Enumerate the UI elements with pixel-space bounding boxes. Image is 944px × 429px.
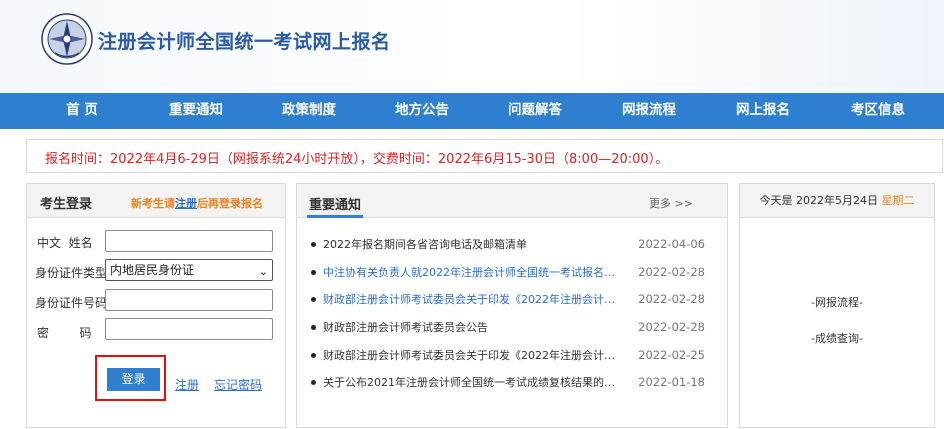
news-title-underline: [307, 215, 363, 218]
register-hint: 新考生请注册后再登录报名: [131, 195, 263, 211]
news-title-link[interactable]: 2022年报名期间各省咨询电话及邮箱清单: [323, 236, 623, 253]
news-row[interactable]: 财政部注册会计师考试委员会关于印发《2022年注册会计师全国统一考试报名简章》的…: [309, 291, 719, 309]
news-date: 2022-02-28: [638, 265, 705, 279]
login-panel-header: 考生登录 新考生请注册后再登录报名: [27, 184, 285, 218]
news-panel-header: 重要通知 更多 >>: [297, 184, 727, 218]
news-row[interactable]: 关于公布2021年注册会计师全国统一考试成绩复核结果的公告 2022-01-18: [309, 374, 719, 392]
main-nav: 首 页 重要通知 政策制度 地方公告 问题解答 网报流程 网上报名 考区信息: [0, 93, 944, 129]
nav-item-exam-area-info[interactable]: 考区信息: [851, 93, 905, 129]
today-date-header: 今天是 2022年5月24日 星期二: [740, 184, 934, 218]
news-title-link[interactable]: 财政部注册会计师考试委员会关于印发《2022年注册会计师全国统一考试大纲》的通知: [323, 347, 623, 364]
nav-item-online-registration[interactable]: 网上报名: [736, 93, 790, 129]
password-input[interactable]: [105, 318, 273, 340]
news-date: 2022-02-28: [638, 320, 705, 334]
chevron-down-icon: ⌄: [258, 265, 268, 278]
id-number-label: 身份证件号码: [35, 296, 108, 310]
site-header: 注册会计师全国统一考试网上报名: [0, 0, 944, 93]
news-date: 2022-01-18: [638, 375, 705, 389]
name-input[interactable]: [105, 230, 273, 252]
side-info-panel: 今天是 2022年5月24日 星期二 -网报流程- -成绩查询-: [739, 183, 935, 428]
news-row[interactable]: 财政部注册会计师考试委员会公告 2022-02-28: [309, 319, 719, 337]
news-date: 2022-02-28: [638, 292, 705, 306]
id-type-select[interactable]: 内地居民身份证 ⌄: [105, 259, 273, 281]
today-date: 今天是 2022年5月24日: [759, 194, 879, 207]
register-hint-prefix: 新考生请: [131, 197, 175, 210]
login-title: 考生登录: [40, 197, 93, 212]
accounting-society-emblem-icon: [41, 13, 93, 65]
bullet-icon: [311, 242, 316, 247]
bullet-icon: [311, 380, 316, 385]
news-title-link[interactable]: 关于公布2021年注册会计师全国统一考试成绩复核结果的公告: [323, 374, 623, 391]
bullet-icon: [311, 297, 316, 302]
register-hint-suffix: 后再登录报名: [197, 197, 263, 210]
nav-item-important-notices[interactable]: 重要通知: [169, 93, 223, 129]
news-row[interactable]: 财政部注册会计师考试委员会关于印发《2022年注册会计师全国统一考试大纲》的通知…: [309, 347, 719, 365]
news-date: 2022-02-25: [638, 348, 705, 362]
forgot-password-link[interactable]: 忘记密码: [214, 376, 262, 393]
news-row[interactable]: 中注协有关负责人就2022年注册会计师全国统一考试报名相关问题答记者问 2022-…: [309, 264, 719, 282]
registration-notice: 报名时间：2022年4月6-29日（网报系统24小时开放），交费时间：2022年…: [26, 139, 943, 173]
name-label: 中文 姓名: [37, 236, 93, 250]
login-button-highlight: 登录: [95, 355, 166, 401]
more-link[interactable]: 更多 >>: [649, 195, 693, 211]
news-title-link[interactable]: 财政部注册会计师考试委员会关于印发《2022年注册会计师全国统一考试报名简章》的…: [323, 291, 623, 308]
bullet-icon: [311, 325, 316, 330]
nav-item-local-announcements[interactable]: 地方公告: [395, 93, 449, 129]
notice-text: 报名时间：2022年4月6-29日（网报系统24小时开放），交费时间：2022年…: [45, 152, 669, 167]
nav-item-registration-process[interactable]: 网报流程: [622, 93, 676, 129]
important-notices-panel: 重要通知 更多 >> 2022年报名期间各省咨询电话及邮箱清单 2022-04-0…: [296, 183, 728, 428]
side-link-score-inquiry[interactable]: -成绩查询-: [740, 330, 934, 346]
password-label: 密 码: [37, 326, 92, 340]
nav-item-policies[interactable]: 政策制度: [282, 93, 336, 129]
news-row[interactable]: 2022年报名期间各省咨询电话及邮箱清单 2022-04-06: [309, 236, 719, 254]
login-button[interactable]: 登录: [107, 368, 160, 391]
today-weekday: 星期二: [881, 194, 915, 207]
bullet-icon: [311, 270, 316, 275]
register-hint-link[interactable]: 注册: [175, 197, 197, 210]
id-type-value: 内地居民身份证: [110, 263, 195, 277]
side-link-registration-process[interactable]: -网报流程-: [740, 294, 934, 310]
register-link[interactable]: 注册: [175, 376, 199, 393]
id-number-input[interactable]: [105, 289, 273, 311]
news-panel-title: 重要通知: [309, 198, 362, 213]
news-title-link[interactable]: 中注协有关负责人就2022年注册会计师全国统一考试报名相关问题答记者问: [323, 264, 623, 281]
nav-item-faq[interactable]: 问题解答: [508, 93, 562, 129]
bullet-icon: [311, 353, 316, 358]
site-title: 注册会计师全国统一考试网上报名: [98, 31, 391, 53]
news-title-link[interactable]: 财政部注册会计师考试委员会公告: [323, 319, 623, 336]
nav-item-home[interactable]: 首 页: [66, 93, 98, 129]
login-panel: 考生登录 新考生请注册后再登录报名 中文 姓名 身份证件类型 内地居民身份证 ⌄…: [26, 183, 286, 428]
news-date: 2022-04-06: [638, 237, 705, 251]
id-type-label: 身份证件类型: [35, 266, 108, 280]
